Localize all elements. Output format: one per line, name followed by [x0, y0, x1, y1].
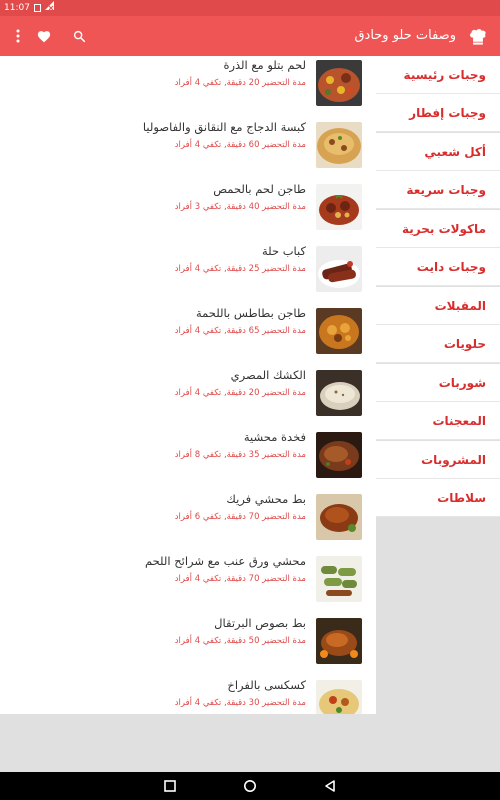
recipe-image: [316, 494, 362, 540]
recipe-image: [316, 60, 362, 106]
list-background: [0, 714, 376, 772]
recipe-title: محشي ورق عنب مع شرائح اللحم: [144, 554, 306, 568]
recipe-image: [316, 432, 362, 478]
notification-icon: [34, 4, 41, 12]
category-item[interactable]: حلويات: [376, 325, 500, 363]
back-button[interactable]: [322, 778, 338, 794]
category-item[interactable]: ماكولات بحرية: [376, 210, 500, 248]
heart-icon: [37, 30, 51, 42]
recipe-meta: مدة التحضير 65 دقيقة, تكفي 4 أفراد: [174, 326, 306, 336]
category-item[interactable]: وجبات رئيسية: [376, 56, 500, 94]
recipe-image: [316, 680, 362, 714]
recipe-title: كباب حلة: [261, 244, 306, 258]
recipe-item[interactable]: طاجن لحم بالحمص مدة التحضير 40 دقيقة, تك…: [0, 180, 376, 242]
recipe-title: طاجن لحم بالحمص: [213, 182, 306, 196]
recipe-meta: مدة التحضير 20 دقيقة, تكفي 4 أفراد: [174, 78, 306, 88]
recipe-title: كسكسى بالفراخ: [227, 678, 306, 692]
category-item[interactable]: المعجنات: [376, 402, 500, 440]
recipe-image: [316, 246, 362, 292]
recipe-image: [316, 308, 362, 354]
home-button[interactable]: [242, 778, 258, 794]
recipe-image: [316, 122, 362, 168]
recipe-title: فخدة محشية: [243, 430, 306, 444]
category-item[interactable]: سلاطات: [376, 479, 500, 517]
favorites-button[interactable]: [32, 24, 56, 48]
recipe-title: بط بصوص البرتقال: [214, 616, 306, 630]
recipe-item[interactable]: فخدة محشية مدة التحضير 35 دقيقة, تكفي 8 …: [0, 428, 376, 490]
recipe-meta: مدة التحضير 60 دقيقة, تكفي 4 أفراد: [174, 140, 306, 150]
recipe-meta: مدة التحضير 50 دقيقة, تكفي 4 أفراد: [174, 636, 306, 646]
recipe-item[interactable]: بط محشي فريك مدة التحضير 70 دقيقة, تكفي …: [0, 490, 376, 552]
app-title: وصفات حلو وحادق: [354, 28, 456, 43]
app-bar: وصفات حلو وحادق: [0, 16, 500, 56]
overflow-menu-button[interactable]: [6, 24, 30, 48]
search-button[interactable]: [67, 24, 91, 48]
more-vertical-icon: [16, 29, 20, 43]
category-item[interactable]: المقبلات: [376, 287, 500, 325]
signal-off-icon: [45, 0, 54, 16]
recipe-item[interactable]: الكشك المصري مدة التحضير 20 دقيقة, تكفي …: [0, 366, 376, 428]
recipe-title: الكشك المصري: [230, 368, 306, 382]
recipe-meta: مدة التحضير 70 دقيقة, تكفي 6 أفراد: [174, 512, 306, 522]
recipe-image: [316, 184, 362, 230]
recipe-image: [316, 556, 362, 602]
recipe-item[interactable]: كباب حلة مدة التحضير 25 دقيقة, تكفي 4 أف…: [0, 242, 376, 304]
recipe-item[interactable]: بط بصوص البرتقال مدة التحضير 50 دقيقة, ت…: [0, 614, 376, 676]
recipe-item[interactable]: طاجن بطاطس باللحمة مدة التحضير 65 دقيقة,…: [0, 304, 376, 366]
recipe-meta: مدة التحضير 30 دقيقة, تكفي 4 أفراد: [174, 698, 306, 708]
recipe-item[interactable]: محشي ورق عنب مع شرائح اللحم مدة التحضير …: [0, 552, 376, 614]
recipe-item[interactable]: لحم بتلو مع الذرة مدة التحضير 20 دقيقة, …: [0, 56, 376, 118]
recipe-meta: مدة التحضير 20 دقيقة, تكفي 4 أفراد: [174, 388, 306, 398]
recipe-title: كبسة الدجاج مع النقانق والفاصوليا: [142, 120, 306, 134]
recipe-meta: مدة التحضير 35 دقيقة, تكفي 8 أفراد: [174, 450, 306, 460]
category-item[interactable]: وجبات سريعة: [376, 171, 500, 209]
system-nav-bar: [0, 772, 500, 800]
recipe-image: [316, 370, 362, 416]
status-bar: 11:07: [0, 0, 500, 16]
category-item[interactable]: وجبات إفطار: [376, 94, 500, 132]
recents-button[interactable]: [162, 778, 178, 794]
search-icon: [73, 30, 85, 42]
recipe-meta: مدة التحضير 25 دقيقة, تكفي 4 أفراد: [174, 264, 306, 274]
recipe-meta: مدة التحضير 70 دقيقة, تكفي 4 أفراد: [174, 574, 306, 584]
category-item[interactable]: وجبات دايت: [376, 248, 500, 286]
chef-hat-icon: [470, 28, 486, 45]
category-item[interactable]: المشروبات: [376, 441, 500, 479]
recipe-meta: مدة التحضير 40 دقيقة, تكفي 3 أفراد: [174, 202, 306, 212]
status-time: 11:07: [4, 3, 30, 13]
recipe-title: طاجن بطاطس باللحمة: [195, 306, 306, 320]
recipe-item[interactable]: كبسة الدجاج مع النقانق والفاصوليا مدة ال…: [0, 118, 376, 180]
category-item[interactable]: أكل شعبي: [376, 133, 500, 171]
category-item[interactable]: شوربات: [376, 364, 500, 402]
status-icons: [34, 0, 54, 16]
recipe-image: [316, 618, 362, 664]
recipe-item[interactable]: كسكسى بالفراخ مدة التحضير 30 دقيقة, تكفي…: [0, 676, 376, 714]
category-sidebar: وجبات رئيسية وجبات إفطار أكل شعبي وجبات …: [376, 56, 500, 772]
recipe-title: لحم بتلو مع الذرة: [223, 58, 306, 72]
recipe-list[interactable]: لحم بتلو مع الذرة مدة التحضير 20 دقيقة, …: [0, 56, 376, 714]
recipe-title: بط محشي فريك: [226, 492, 306, 506]
